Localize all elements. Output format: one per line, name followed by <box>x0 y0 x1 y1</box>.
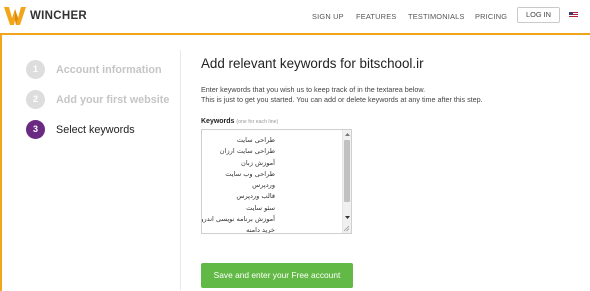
keywords-textarea[interactable]: طراحی سایت طراحی سایت ارزان آموزش زبان ط… <box>201 129 352 234</box>
keywords-label: Keywords (one for each line) <box>201 118 278 125</box>
scroll-thumb[interactable] <box>344 140 350 202</box>
step-select-keywords: 3 Select keywords <box>26 120 135 139</box>
step-label: Select keywords <box>56 123 135 136</box>
content-separator <box>180 50 181 290</box>
scroll-down-arrow-icon[interactable] <box>344 214 351 221</box>
step-label: Account information <box>56 63 162 76</box>
keywords-hint: (one for each line) <box>236 119 279 125</box>
textarea-scrollbar[interactable] <box>342 130 351 233</box>
nav-pricing[interactable]: PRICING <box>475 12 507 21</box>
brand-name: WINCHER <box>30 10 88 22</box>
left-accent-bar <box>0 35 2 291</box>
top-header: WINCHER SIGN UP FEATURES TESTIMONIALS PR… <box>0 0 590 33</box>
keyword-line: طراحی سایت ارزان <box>219 147 275 156</box>
keywords-list: طراحی سایت طراحی سایت ارزان آموزش زبان ط… <box>201 135 275 234</box>
login-button[interactable]: LOG IN <box>517 7 560 23</box>
keyword-line: سئو سایت <box>246 203 275 212</box>
keywords-label-text: Keywords <box>201 118 235 125</box>
keyword-line: آموزش برنامه نویسی اندروید <box>201 215 275 224</box>
us-flag-icon[interactable] <box>569 12 578 18</box>
nav-sign-up[interactable]: SIGN UP <box>312 12 344 21</box>
page: WINCHER SIGN UP FEATURES TESTIMONIALS PR… <box>0 0 590 291</box>
keyword-line: قالب وردپرس <box>236 192 275 201</box>
instructions-line-2: This is just to get you started. You can… <box>201 95 483 104</box>
keyword-line: آموزش زبان <box>241 158 275 167</box>
step-add-website: 2 Add your first website <box>26 90 169 109</box>
header-divider <box>0 33 590 35</box>
keyword-line: خرید دامنه <box>246 226 275 234</box>
nav-features[interactable]: FEATURES <box>356 12 396 21</box>
keyword-line: طراحی وب سایت <box>225 169 275 178</box>
step-account-information: 1 Account information <box>26 60 162 79</box>
resize-grip-icon[interactable] <box>343 225 350 232</box>
step-label: Add your first website <box>56 93 170 106</box>
keyword-line: طراحی سایت <box>236 136 275 144</box>
step-number: 1 <box>26 60 45 79</box>
wincher-logo-icon <box>4 7 26 25</box>
save-and-enter-button[interactable]: Save and enter your Free account <box>201 263 353 288</box>
page-title: Add relevant keywords for bitschool.ir <box>201 56 424 71</box>
instructions-line-1: Enter keywords that you wish us to keep … <box>201 85 426 94</box>
nav-testimonials[interactable]: TESTIMONIALS <box>408 12 465 21</box>
scroll-up-arrow-icon[interactable] <box>344 131 351 138</box>
step-number: 3 <box>26 120 45 139</box>
keyword-line: وردپرس <box>252 181 275 190</box>
wincher-logo[interactable]: WINCHER <box>3 5 87 27</box>
step-number: 2 <box>26 90 45 109</box>
